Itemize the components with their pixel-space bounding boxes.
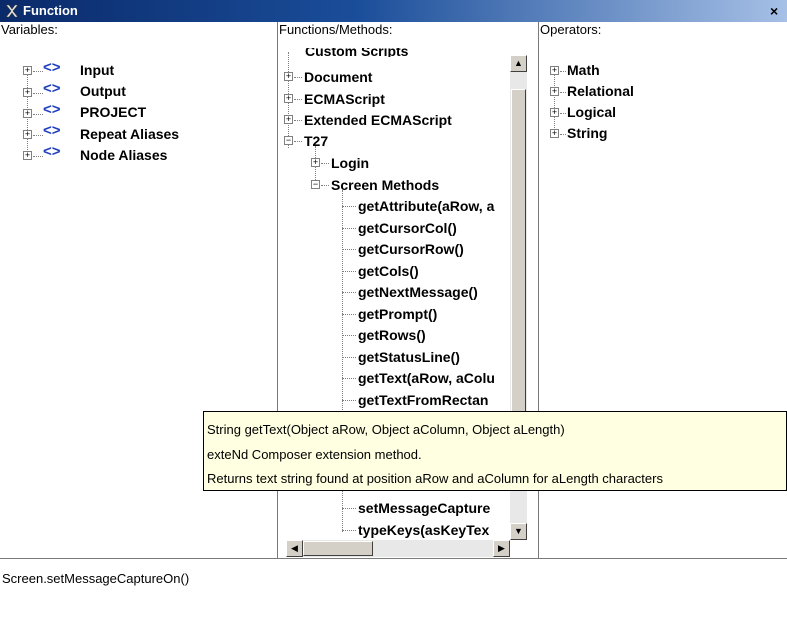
collapse-icon[interactable]: − [311,180,320,189]
expand-icon[interactable]: + [23,88,32,97]
method-item[interactable]: getPrompt() [358,306,437,322]
functions-horizontal-scrollbar[interactable]: ◀ ▶ [286,540,510,557]
expression-text: Screen.setMessageCaptureOn() [2,571,190,586]
title-bar: Function × [0,0,787,22]
variable-icon: <> [43,80,61,97]
expand-icon[interactable]: + [550,66,559,75]
tree-item-custom-scripts[interactable]: Custom Scripts [305,48,408,57]
tree-item-t27[interactable]: T27 [304,133,328,149]
app-icon [5,4,19,18]
variable-icon: <> [43,59,61,76]
collapse-icon[interactable]: − [284,136,293,145]
method-item[interactable]: getTextFromRectan [358,392,488,408]
scroll-up-button[interactable]: ▲ [510,55,527,72]
close-button[interactable]: × [770,3,787,19]
expand-icon[interactable]: + [284,115,293,124]
tree-item-login[interactable]: Login [331,155,369,171]
tree-item-math[interactable]: Math [567,62,600,78]
method-item[interactable]: typeKeys(asKeyTex [358,522,489,538]
method-item[interactable]: getCols() [358,263,419,279]
expand-icon[interactable]: + [23,151,32,160]
tooltip-description: exteNd Composer extension method. [207,447,422,462]
operators-header: Operators: [540,22,602,37]
tree-item-repeat-aliases[interactable]: Repeat Aliases [80,126,179,142]
method-item[interactable]: getRows() [358,327,426,343]
tree-item-project[interactable]: PROJECT [80,104,146,120]
tree-item-string[interactable]: String [567,125,607,141]
method-item[interactable]: getStatusLine() [358,349,460,365]
method-item[interactable]: getCursorRow() [358,241,464,257]
tree-item-document[interactable]: Document [304,69,372,85]
method-tooltip: String getText(Object aRow, Object aColu… [203,411,787,491]
expand-icon[interactable]: + [550,87,559,96]
method-item[interactable]: getCursorCol() [358,220,457,236]
variable-icon: <> [43,101,61,118]
variables-header: Variables: [1,22,58,37]
expand-icon[interactable]: + [284,94,293,103]
scroll-left-button[interactable]: ◀ [286,540,303,557]
window-title: Function [23,3,78,18]
expand-icon[interactable]: + [23,109,32,118]
expand-icon[interactable]: + [284,72,293,81]
tooltip-detail: Returns text string found at position aR… [207,471,663,486]
tree-item-output[interactable]: Output [80,83,126,99]
expand-icon[interactable]: + [311,158,320,167]
method-item[interactable]: getAttribute(aRow, a [358,198,494,214]
scroll-down-button[interactable]: ▼ [510,523,527,540]
method-item[interactable]: setMessageCapture [358,500,490,516]
tree-item-logical[interactable]: Logical [567,104,616,120]
functions-header: Functions/Methods: [279,22,393,37]
variable-icon: <> [43,143,61,160]
tree-item-node-aliases[interactable]: Node Aliases [80,147,167,163]
tree-item-ecmascript[interactable]: ECMAScript [304,91,385,107]
method-item[interactable]: getNextMessage() [358,284,478,300]
expand-icon[interactable]: + [23,66,32,75]
expand-icon[interactable]: + [550,108,559,117]
tree-item-extended-ecmascript[interactable]: Extended ECMAScript [304,112,452,128]
expand-icon[interactable]: + [550,129,559,138]
method-item[interactable]: getText(aRow, aColu [358,370,495,386]
scroll-right-button[interactable]: ▶ [493,540,510,557]
expand-icon[interactable]: + [23,130,32,139]
expression-editor[interactable]: Screen.setMessageCaptureOn() [0,558,787,623]
variable-icon: <> [43,122,61,139]
tree-item-screen-methods[interactable]: Screen Methods [331,177,439,193]
tooltip-signature: String getText(Object aRow, Object aColu… [207,422,565,437]
tree-item-input[interactable]: Input [80,62,114,78]
scroll-thumb[interactable] [303,541,373,556]
tree-item-relational[interactable]: Relational [567,83,634,99]
